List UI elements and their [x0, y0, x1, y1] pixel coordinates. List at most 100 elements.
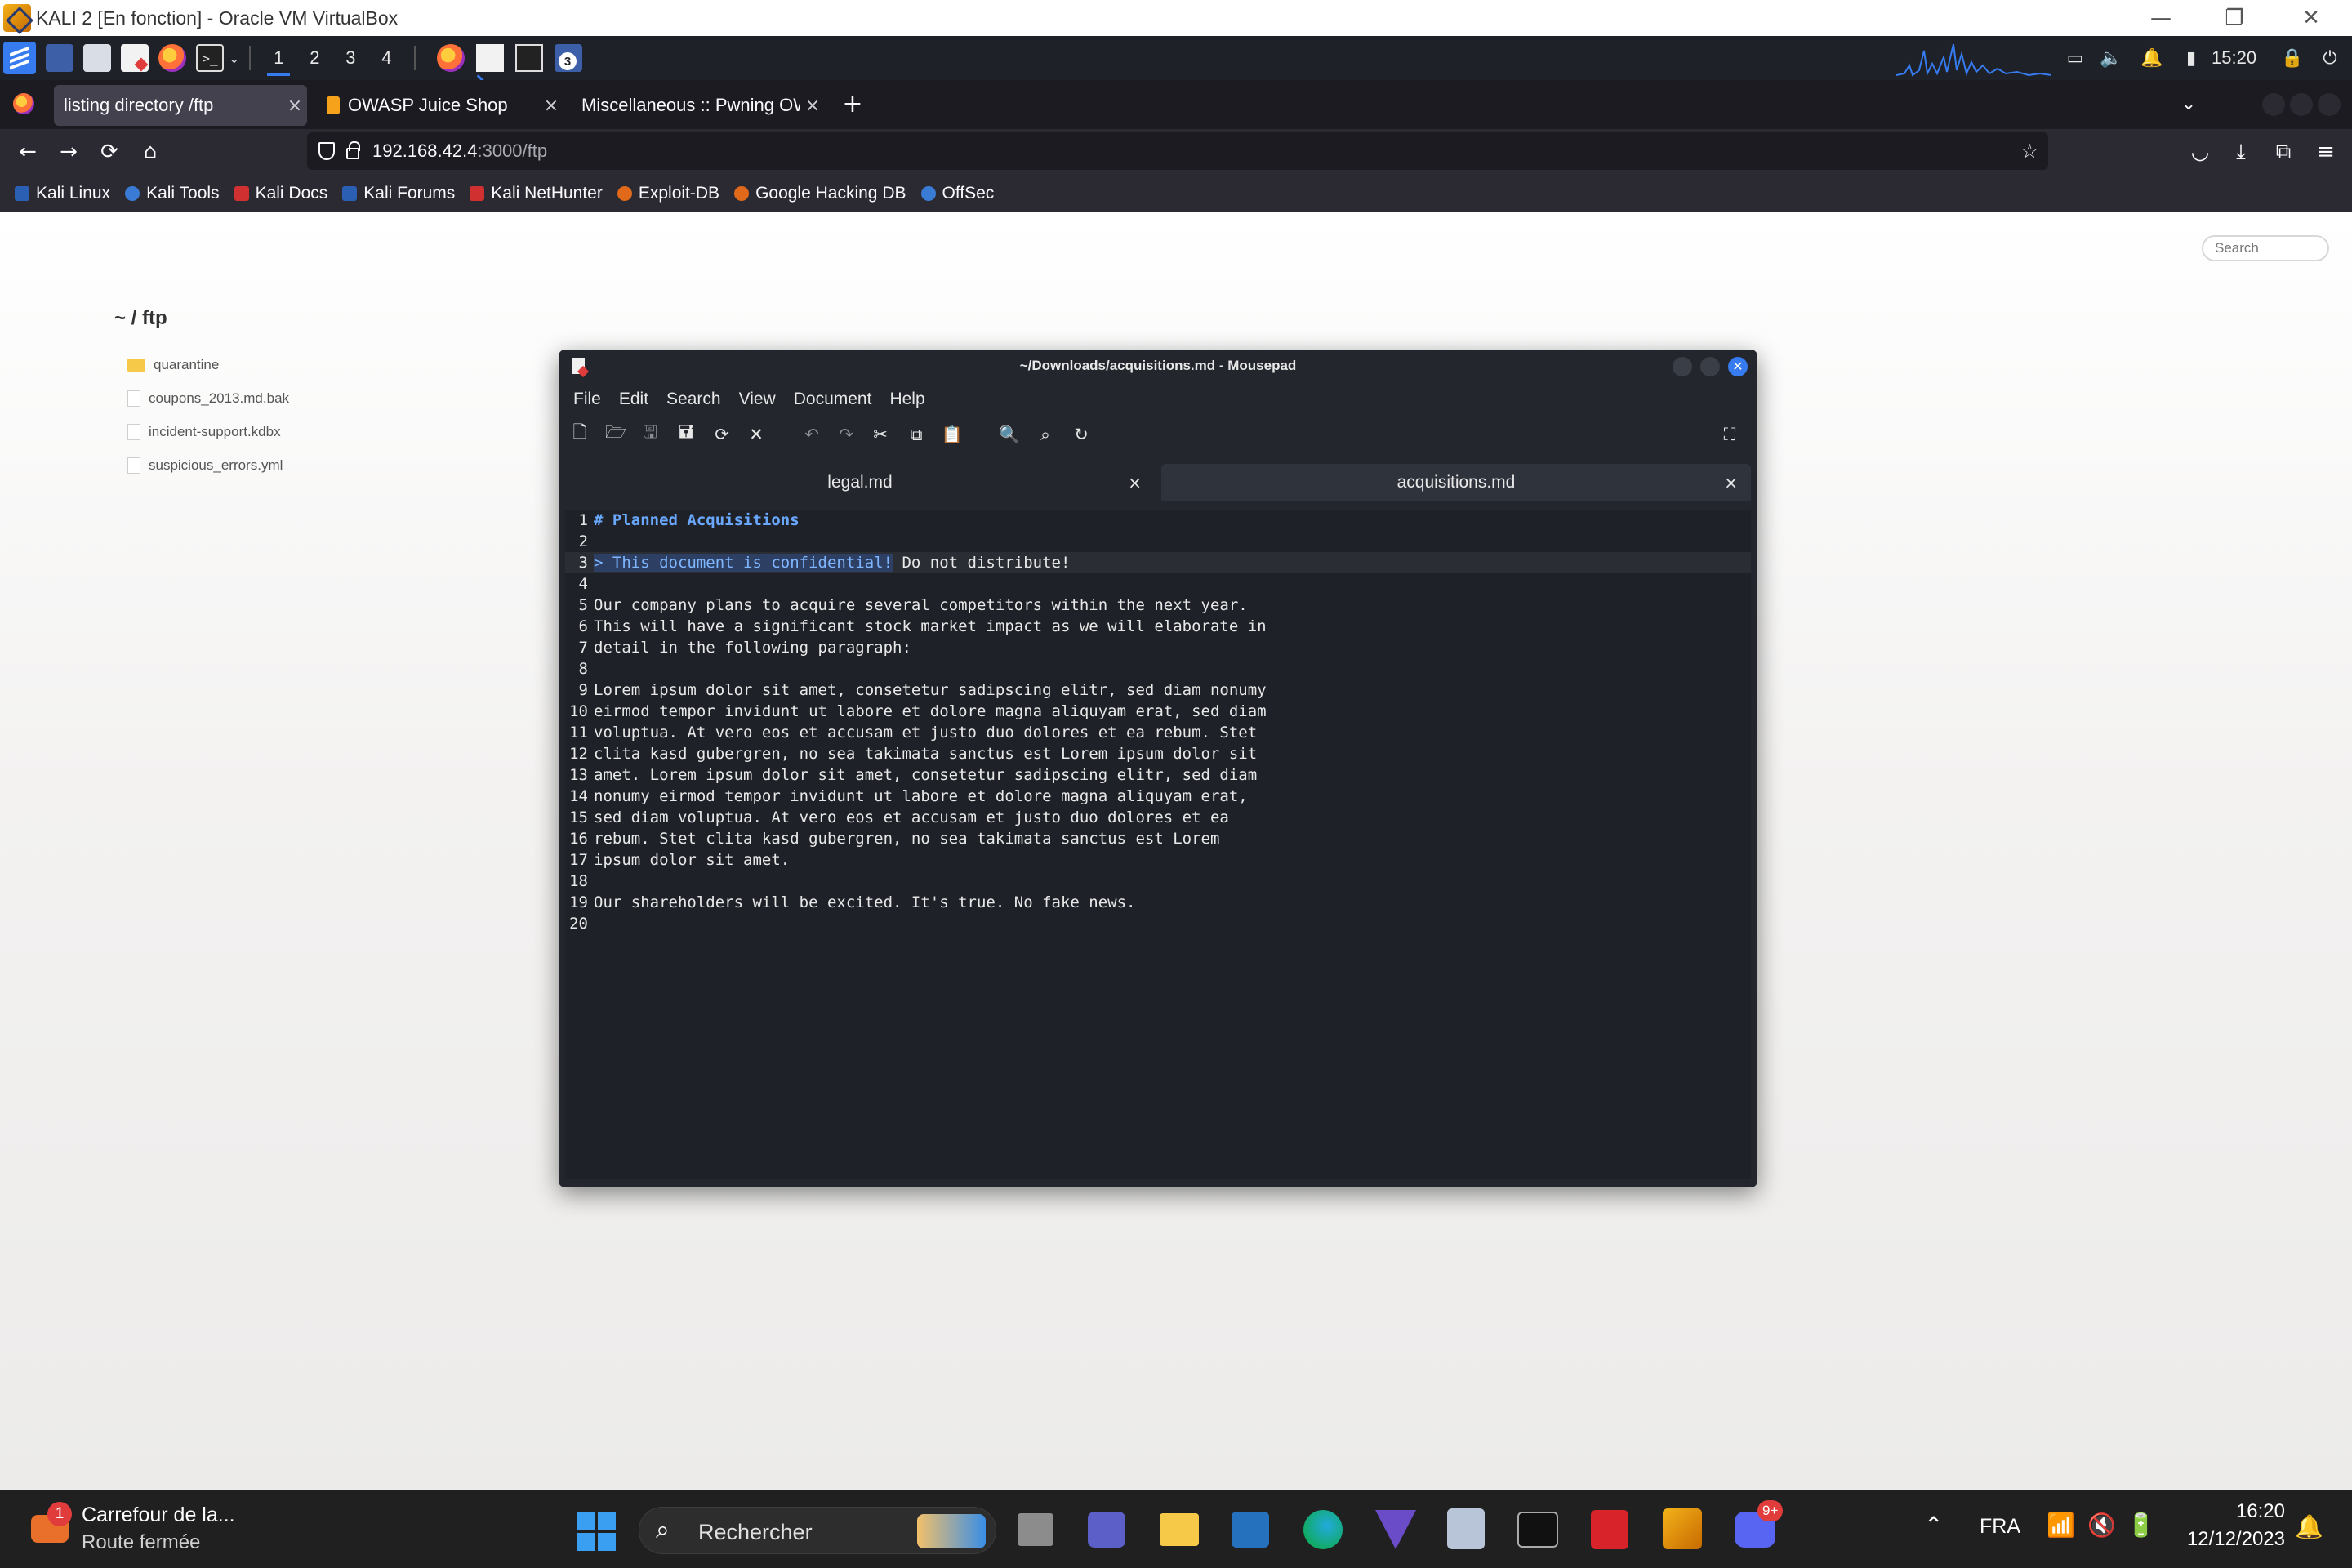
editor-line[interactable]: 16 rebum. Stet clita kasd gubergren, no s… [565, 828, 1751, 849]
workspace-2[interactable]: 2 [296, 38, 332, 78]
battery-icon[interactable]: ▮ [2179, 36, 2203, 80]
powershell-icon[interactable] [1232, 1512, 1269, 1548]
dir-item-suspicious-errors[interactable]: suspicious_errors.yml [127, 454, 283, 477]
url-bar[interactable]: 192.168.42.4 :3000/ftp ☆ [307, 132, 2048, 170]
app-menu-icon[interactable]: ≡ [2308, 129, 2344, 175]
editor-line[interactable]: 4 [565, 573, 1751, 595]
editor-line[interactable]: 5 Our company plans to acquire several co… [565, 595, 1751, 616]
minimize-button[interactable]: — [2123, 0, 2198, 36]
page-search-input[interactable] [2202, 235, 2329, 261]
notification-bell-icon[interactable]: 🔔 [2140, 36, 2164, 80]
back-button[interactable]: ← [10, 129, 46, 175]
pocket-icon[interactable]: ◡ [2182, 129, 2218, 175]
news-widget-subtitle[interactable]: Route fermée [82, 1531, 200, 1554]
editor-line[interactable]: 13 amet. Lorem ipsum dolor sit amet, cons… [565, 764, 1751, 786]
paste-icon[interactable]: 📋 [941, 423, 964, 446]
find-icon[interactable]: 🔍 [998, 423, 1021, 446]
tab-close-icon[interactable]: × [1128, 473, 1142, 492]
editor-line[interactable]: 18 [565, 871, 1751, 892]
new-tab-button[interactable]: + [838, 80, 867, 129]
news-widget-title[interactable]: Carrefour de la... [82, 1503, 235, 1527]
mousepad-maximize-button[interactable] [1700, 357, 1720, 376]
window-minimize-dot[interactable] [2262, 93, 2285, 116]
extensions-icon[interactable]: ⧉ [2265, 129, 2301, 175]
display-icon[interactable]: ▭ [2063, 36, 2087, 80]
bookmark-kali-forums[interactable]: Kali Forums [342, 184, 455, 203]
bookmark-offsec[interactable]: OffSec [920, 184, 994, 203]
editor-line[interactable]: 6 This will have a significant stock mark… [565, 616, 1751, 637]
close-document-icon[interactable]: ✕ [745, 423, 768, 446]
editor-line[interactable]: 20 [565, 913, 1751, 934]
notification-center-icon[interactable]: 🔔 [2295, 1513, 2323, 1540]
bookmark-kali-docs[interactable]: Kali Docs [234, 184, 327, 203]
kali-menu-icon[interactable] [3, 42, 36, 74]
bookmark-kali-linux[interactable]: Kali Linux [15, 184, 110, 203]
virtualbox-taskbar-icon[interactable] [1447, 1508, 1485, 1549]
volume-icon[interactable]: 🔈 [2099, 36, 2123, 80]
tab-list-button[interactable]: ⌄ [2174, 80, 2203, 129]
tab-acquisitions-md[interactable]: acquisitions.md × [1161, 464, 1751, 501]
editor-line[interactable]: 15 sed diam voluptua. At vero eos et accu… [565, 807, 1751, 828]
mousepad-close-button[interactable]: ✕ [1728, 357, 1748, 376]
edge-icon[interactable] [1303, 1510, 1343, 1549]
bookmark-google-hacking-db[interactable]: Google Hacking DB [734, 184, 906, 203]
terminal-task-icon[interactable] [515, 44, 544, 72]
downloads-icon[interactable]: ⤓ [2223, 129, 2259, 175]
battery-charging-icon[interactable]: 🔋 [2127, 1512, 2155, 1539]
chevron-down-icon[interactable]: ⌄ [229, 51, 239, 66]
bookmark-kali-tools[interactable]: Kali Tools [125, 184, 220, 203]
new-document-icon[interactable]: 🗋 [568, 422, 591, 446]
mousepad-title-bar[interactable]: ~/Downloads/acquisitions.md - Mousepad ✕ [559, 350, 1757, 382]
window-maximize-dot[interactable] [2290, 93, 2313, 116]
reload-icon[interactable]: ⟳ [710, 423, 733, 446]
forward-button[interactable]: → [51, 129, 87, 175]
workspace-1[interactable]: 1 [261, 38, 296, 78]
bookmark-star-icon[interactable]: ☆ [2020, 140, 2038, 163]
language-indicator[interactable]: FRA [1980, 1515, 2020, 1539]
close-button[interactable]: ✕ [2274, 0, 2349, 36]
copy-icon[interactable]: ⧉ [905, 423, 928, 446]
menu-edit[interactable]: Edit [619, 390, 648, 409]
mousepad-task-icon[interactable] [476, 44, 505, 72]
start-icon[interactable] [577, 1512, 616, 1551]
find-replace-icon[interactable]: ⌕ [1034, 423, 1057, 446]
panel-clock[interactable]: 15:20 [2212, 36, 2256, 80]
tracking-protection-icon[interactable] [318, 142, 335, 160]
tab-owasp-juice-shop[interactable]: OWASP Juice Shop × [318, 85, 564, 126]
menu-file[interactable]: File [573, 390, 601, 409]
dir-item-quarantine[interactable]: quarantine [127, 354, 219, 376]
editor-line[interactable]: 12 clita kasd gubergren, no sea takimata … [565, 743, 1751, 764]
workspace-4[interactable]: 4 [368, 38, 404, 78]
menu-view[interactable]: View [739, 390, 776, 409]
bookmark-exploit-db[interactable]: Exploit-DB [617, 184, 719, 203]
taskbar-date[interactable]: 12/12/2023 [2179, 1528, 2285, 1551]
editor-line[interactable]: 17 ipsum dolor sit amet. [565, 849, 1751, 871]
dir-item-coupons[interactable]: coupons_2013.md.bak [127, 387, 289, 410]
editor-line[interactable]: 14 nonumy eirmod tempor invidunt ut labor… [565, 786, 1751, 807]
text-editor-icon[interactable] [121, 44, 149, 72]
editor-line[interactable]: 8 [565, 658, 1751, 679]
window-close-dot[interactable] [2318, 93, 2341, 116]
firefox-task-icon[interactable] [437, 44, 466, 72]
text-editor-area[interactable]: 1 # Planned Acquisitions 2 3 > This document… [565, 510, 1751, 1179]
terminal-icon[interactable]: >_ [196, 44, 224, 72]
chevron-up-icon[interactable]: ⌃ [1924, 1512, 1943, 1539]
fullscreen-icon[interactable]: ⛶ [1718, 423, 1741, 446]
connection-lock-icon[interactable] [346, 141, 360, 159]
editor-line[interactable]: 2 [565, 531, 1751, 552]
tab-close-icon[interactable]: × [800, 96, 825, 116]
taskbar-search-box[interactable]: ⌕ Rechercher [639, 1507, 996, 1554]
wifi-icon[interactable]: 📶 [2047, 1512, 2075, 1539]
menu-document[interactable]: Document [794, 390, 872, 409]
firefox-view-icon[interactable] [13, 93, 34, 114]
dir-item-incident-support[interactable]: incident-support.kdbx [127, 421, 281, 443]
acrobat-icon[interactable] [1591, 1510, 1628, 1549]
volume-muted-icon[interactable]: 🔇 [2087, 1512, 2116, 1539]
terminal-taskbar-icon[interactable] [1517, 1512, 1558, 1548]
maximize-button[interactable]: ❐ [2197, 0, 2272, 36]
taskbar-time[interactable]: 16:20 [2179, 1500, 2285, 1523]
lock-icon[interactable]: 🔒 [2280, 36, 2305, 80]
editor-line[interactable]: 9 Lorem ipsum dolor sit amet, consetetur … [565, 679, 1751, 701]
editor-line[interactable]: 1 # Planned Acquisitions [565, 510, 1751, 531]
home-button[interactable]: ⌂ [132, 129, 168, 175]
